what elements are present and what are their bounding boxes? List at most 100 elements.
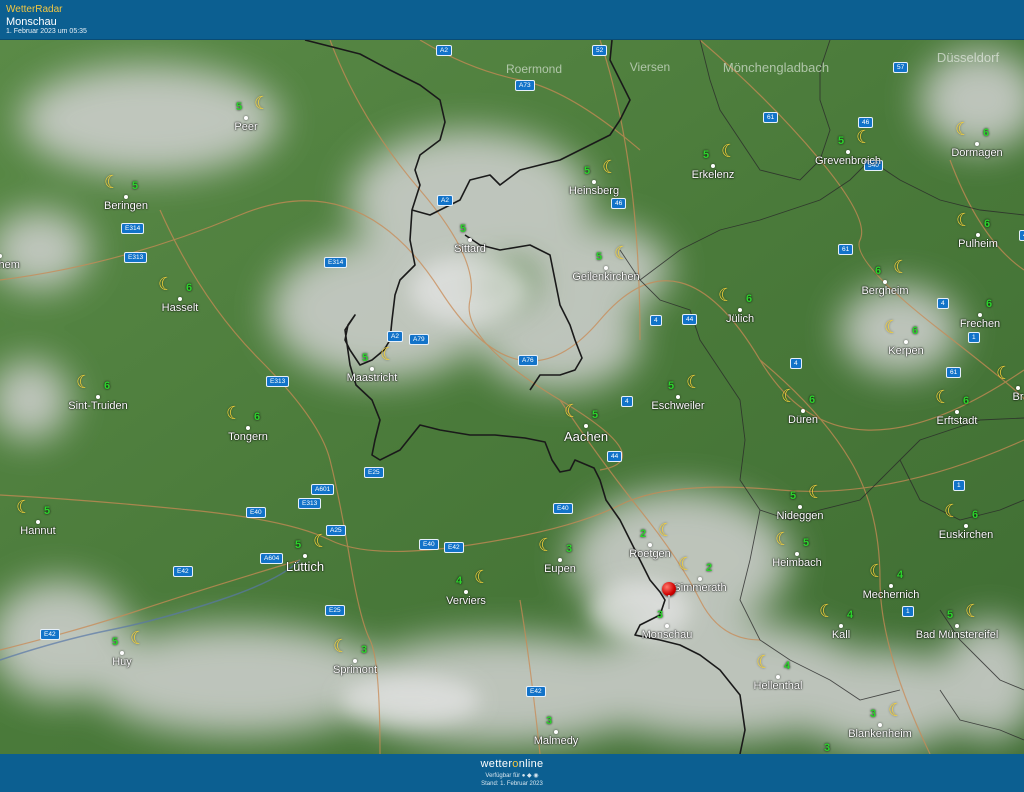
city-dot <box>36 520 40 524</box>
city-name: Simmerath <box>673 582 727 594</box>
temperature-label: 6 <box>972 509 979 521</box>
crescent-moon-icon: ☾ <box>884 317 901 337</box>
city-name: Sint-Truiden <box>68 400 128 412</box>
temperature-label: 6 <box>254 411 261 423</box>
city-name: Nideggen <box>776 510 824 522</box>
temperature-label: 5 <box>703 149 710 161</box>
crescent-moon-icon: ☾ <box>254 93 271 113</box>
crescent-moon-icon: ☾ <box>76 372 93 392</box>
city-dot <box>955 624 959 628</box>
temperature-label: 5 <box>112 636 119 648</box>
city-dot <box>120 651 124 655</box>
location-pin-stem <box>668 595 670 609</box>
city-name: Heinsberg <box>568 185 620 197</box>
city-name: Kall <box>831 629 851 641</box>
timestamp: 1. Februar 2023 um 05:35 <box>6 28 87 35</box>
temperature-label: 4 <box>897 569 904 581</box>
crescent-moon-icon: ☾ <box>564 401 581 421</box>
data-stand: Stand: 1. Februar 2023 <box>481 781 543 787</box>
city-dot <box>978 313 982 317</box>
weather-radar-map[interactable]: Roermond Mönchengladbach Düsseldorf Vier… <box>0 40 1024 754</box>
city-name: Maastricht <box>346 372 398 384</box>
city-name: Peer <box>234 121 258 133</box>
temperature-label: 5 <box>803 537 810 549</box>
temperature-label: 3 <box>657 609 664 621</box>
temperature-label: 2 <box>640 528 647 540</box>
app-header: WetterRadar Monschau 1. Februar 2023 um … <box>0 0 1024 40</box>
city-dot <box>584 424 588 428</box>
temperature-label: 6 <box>746 293 753 305</box>
city-name: Grevenbroich <box>814 155 882 167</box>
crescent-moon-icon: ☾ <box>869 561 886 581</box>
city-dot <box>776 675 780 679</box>
temperature-label: 6 <box>984 218 991 230</box>
city-dot <box>124 195 128 199</box>
city-dot <box>839 624 843 628</box>
temperature-label: 6 <box>809 394 816 406</box>
city-dot <box>976 233 980 237</box>
city-name: Hannut <box>20 525 56 537</box>
crescent-moon-icon: ☾ <box>333 636 350 656</box>
crescent-moon-icon: ☾ <box>856 127 873 147</box>
city-name: Blankenheim <box>848 728 912 740</box>
temperature-label: 5 <box>838 135 845 147</box>
crescent-moon-icon: ☾ <box>944 501 961 521</box>
city-name: Tongern <box>228 431 268 443</box>
temperature-label: 3 <box>361 644 368 656</box>
crescent-moon-icon: ☾ <box>104 172 121 192</box>
city-name: Lüttich <box>285 559 325 574</box>
city-name: Verviers <box>446 595 486 607</box>
city-dot <box>303 554 307 558</box>
temperature-label: 2 <box>706 562 713 574</box>
city-name: Pulheim <box>958 238 998 250</box>
wetteronline-logo[interactable]: wetteronline <box>0 758 1024 770</box>
city-dot <box>1016 386 1020 390</box>
temperature-label: 6 <box>875 265 882 277</box>
temperature-label: 5 <box>947 609 954 621</box>
city-name: Roetgen <box>629 548 671 560</box>
city-dot <box>795 552 799 556</box>
crescent-moon-icon: ☾ <box>678 554 695 574</box>
temperature-label: 5 <box>592 409 599 421</box>
city-dot <box>592 180 596 184</box>
city-dot <box>178 297 182 301</box>
city-dot <box>676 395 680 399</box>
city-dot <box>955 410 959 414</box>
city-name: -Zichem <box>0 259 20 271</box>
city-name: Düren <box>788 414 818 426</box>
city-name: Geilenkirchen <box>572 271 640 283</box>
crescent-moon-icon: ☾ <box>965 601 982 621</box>
crescent-moon-icon: ☾ <box>602 157 619 177</box>
temperature-label: 5 <box>790 490 797 502</box>
crescent-moon-icon: ☾ <box>226 403 243 423</box>
location-pin-icon[interactable] <box>662 582 676 596</box>
crescent-moon-icon: ☾ <box>380 344 397 364</box>
temperature-label: 5 <box>236 101 243 113</box>
city-dot <box>558 558 562 562</box>
city-dot <box>975 142 979 146</box>
temperature-label: 6 <box>983 127 990 139</box>
crescent-moon-icon: ☾ <box>888 700 905 720</box>
temperature-label: 4 <box>847 609 854 621</box>
temperature-label: 6 <box>986 298 993 310</box>
city-name: Br <box>1012 391 1024 403</box>
city-name: Kerpen <box>888 345 924 357</box>
city-dot <box>96 395 100 399</box>
city-name: Sprimont <box>332 664 378 676</box>
city-dot <box>698 577 702 581</box>
crescent-moon-icon: ☾ <box>775 529 792 549</box>
city-name: Frechen <box>959 318 1001 330</box>
crescent-moon-icon: ☾ <box>313 531 330 551</box>
crescent-moon-icon: ☾ <box>538 535 555 555</box>
app-footer: wetteronline Verfügbar für ● ◆ ◉ Stand: … <box>0 754 1024 792</box>
city-name: Aachen <box>563 429 609 444</box>
city-name: Dormagen <box>951 147 1003 159</box>
crescent-moon-icon: ☾ <box>658 520 675 540</box>
city-dot <box>883 280 887 284</box>
brand-title: WetterRadar <box>6 4 63 15</box>
city-dot <box>738 308 742 312</box>
city-dot <box>648 543 652 547</box>
temperature-label: 3 <box>566 543 573 555</box>
temperature-label: 4 <box>456 575 463 587</box>
city-dot <box>554 730 558 734</box>
